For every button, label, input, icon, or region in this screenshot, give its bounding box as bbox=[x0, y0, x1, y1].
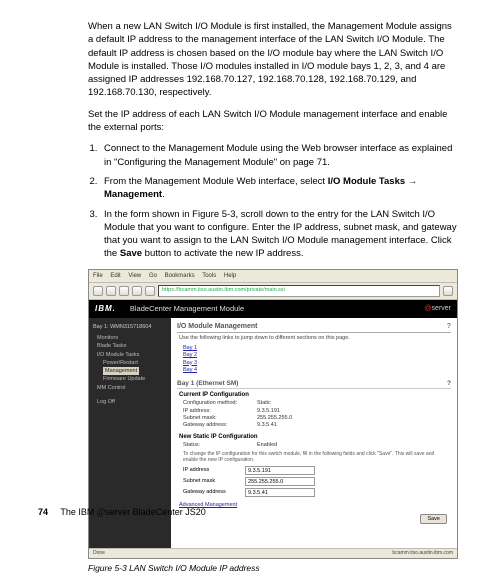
status-right: bcamm.itso.austin.ibm.com bbox=[392, 550, 453, 557]
bay-section: Bay 1 (Ethernet SM)? Current IP Configur… bbox=[177, 379, 451, 526]
app-banner: IBM. BladeCenter Management Module @serv… bbox=[89, 300, 457, 318]
help-icon[interactable]: ? bbox=[447, 379, 451, 388]
link-bay3[interactable]: Bay 3 bbox=[183, 360, 451, 367]
steps-list: Connect to the Management Module using t… bbox=[100, 142, 458, 260]
menu-file[interactable]: File bbox=[93, 273, 103, 279]
ip-address-input[interactable] bbox=[245, 466, 315, 475]
home-icon[interactable] bbox=[145, 286, 155, 296]
main-panel: I/O Module Management? Use the following… bbox=[171, 318, 457, 548]
sidebar-mm-control[interactable]: MM Control bbox=[93, 384, 167, 392]
step-3: In the form shown in Figure 5-3, scroll … bbox=[100, 208, 458, 261]
menu-view[interactable]: View bbox=[128, 273, 141, 279]
menu-edit[interactable]: Edit bbox=[110, 273, 120, 279]
step-1: Connect to the Management Module using t… bbox=[100, 142, 458, 169]
save-button[interactable]: Save bbox=[420, 514, 447, 524]
page-number: 74 bbox=[38, 507, 48, 517]
back-icon[interactable] bbox=[93, 286, 103, 296]
help-icon[interactable]: ? bbox=[447, 322, 451, 332]
browser-menubar: File Edit View Go Bookmarks Tools Help bbox=[89, 270, 457, 283]
sidebar-io-module-tasks[interactable]: I/O Module Tasks bbox=[93, 351, 167, 359]
new-ip-head: New Static IP Configuration bbox=[179, 433, 451, 441]
link-bay1[interactable]: Bay 1 bbox=[183, 345, 451, 352]
go-icon[interactable] bbox=[443, 286, 453, 296]
stop-icon[interactable] bbox=[132, 286, 142, 296]
menu-bookmarks[interactable]: Bookmarks bbox=[165, 273, 195, 279]
sidebar-bay-label: Bay 1: WMN315718604 bbox=[93, 323, 167, 331]
eserver-logo: @server bbox=[424, 304, 451, 314]
paragraph-intro-1: When a new LAN Switch I/O Module is firs… bbox=[88, 20, 458, 100]
link-bay2[interactable]: Bay 2 bbox=[183, 352, 451, 359]
browser-toolbar: https://bcamm.itso.austin.ibm.com/privat… bbox=[89, 283, 457, 300]
status-left: Done bbox=[93, 550, 105, 557]
config-note: To change the IP configuration for this … bbox=[183, 451, 447, 463]
menu-go[interactable]: Go bbox=[149, 273, 157, 279]
sidebar-blade-tasks[interactable]: Blade Tasks bbox=[93, 342, 167, 350]
figure-caption: Figure 5-3 LAN Switch I/O Module IP addr… bbox=[88, 563, 458, 575]
forward-icon[interactable] bbox=[106, 286, 116, 296]
sidebar-firmware-update[interactable]: Firmware Update bbox=[93, 375, 167, 383]
paragraph-intro-2: Set the IP address of each LAN Switch I/… bbox=[88, 108, 458, 135]
reload-icon[interactable] bbox=[119, 286, 129, 296]
step-2: From the Management Module Web interface… bbox=[100, 175, 458, 202]
ibm-logo: IBM. bbox=[95, 303, 116, 314]
subnet-mask-input[interactable] bbox=[245, 477, 315, 486]
sidebar-monitors[interactable]: Monitors bbox=[93, 334, 167, 342]
jump-text: Use the following links to jump down to … bbox=[179, 335, 451, 343]
address-bar[interactable]: https://bcamm.itso.austin.ibm.com/privat… bbox=[158, 285, 440, 297]
menu-help[interactable]: Help bbox=[224, 273, 236, 279]
panel-title: I/O Module Management? bbox=[177, 322, 451, 333]
link-bay4[interactable]: Bay 4 bbox=[183, 367, 451, 374]
page-footer: 74 The IBM @server BladeCenter JS20 bbox=[38, 506, 206, 519]
sidebar-management[interactable]: Management bbox=[103, 367, 139, 375]
current-ip-head: Current IP Configuration bbox=[179, 391, 451, 399]
jump-links: Bay 1 Bay 2 Bay 3 Bay 4 bbox=[183, 345, 451, 374]
browser-statusbar: Done bcamm.itso.austin.ibm.com bbox=[89, 548, 457, 558]
banner-title: BladeCenter Management Module bbox=[116, 304, 425, 315]
gateway-input[interactable] bbox=[245, 488, 315, 497]
sidebar-logoff[interactable]: Log Off bbox=[93, 398, 167, 406]
book-title: The IBM @server BladeCenter JS20 bbox=[60, 507, 205, 517]
bay-title: Bay 1 (Ethernet SM)? bbox=[177, 379, 451, 389]
sidebar-power-restart[interactable]: Power/Restart bbox=[93, 359, 167, 367]
menu-tools[interactable]: Tools bbox=[202, 273, 216, 279]
